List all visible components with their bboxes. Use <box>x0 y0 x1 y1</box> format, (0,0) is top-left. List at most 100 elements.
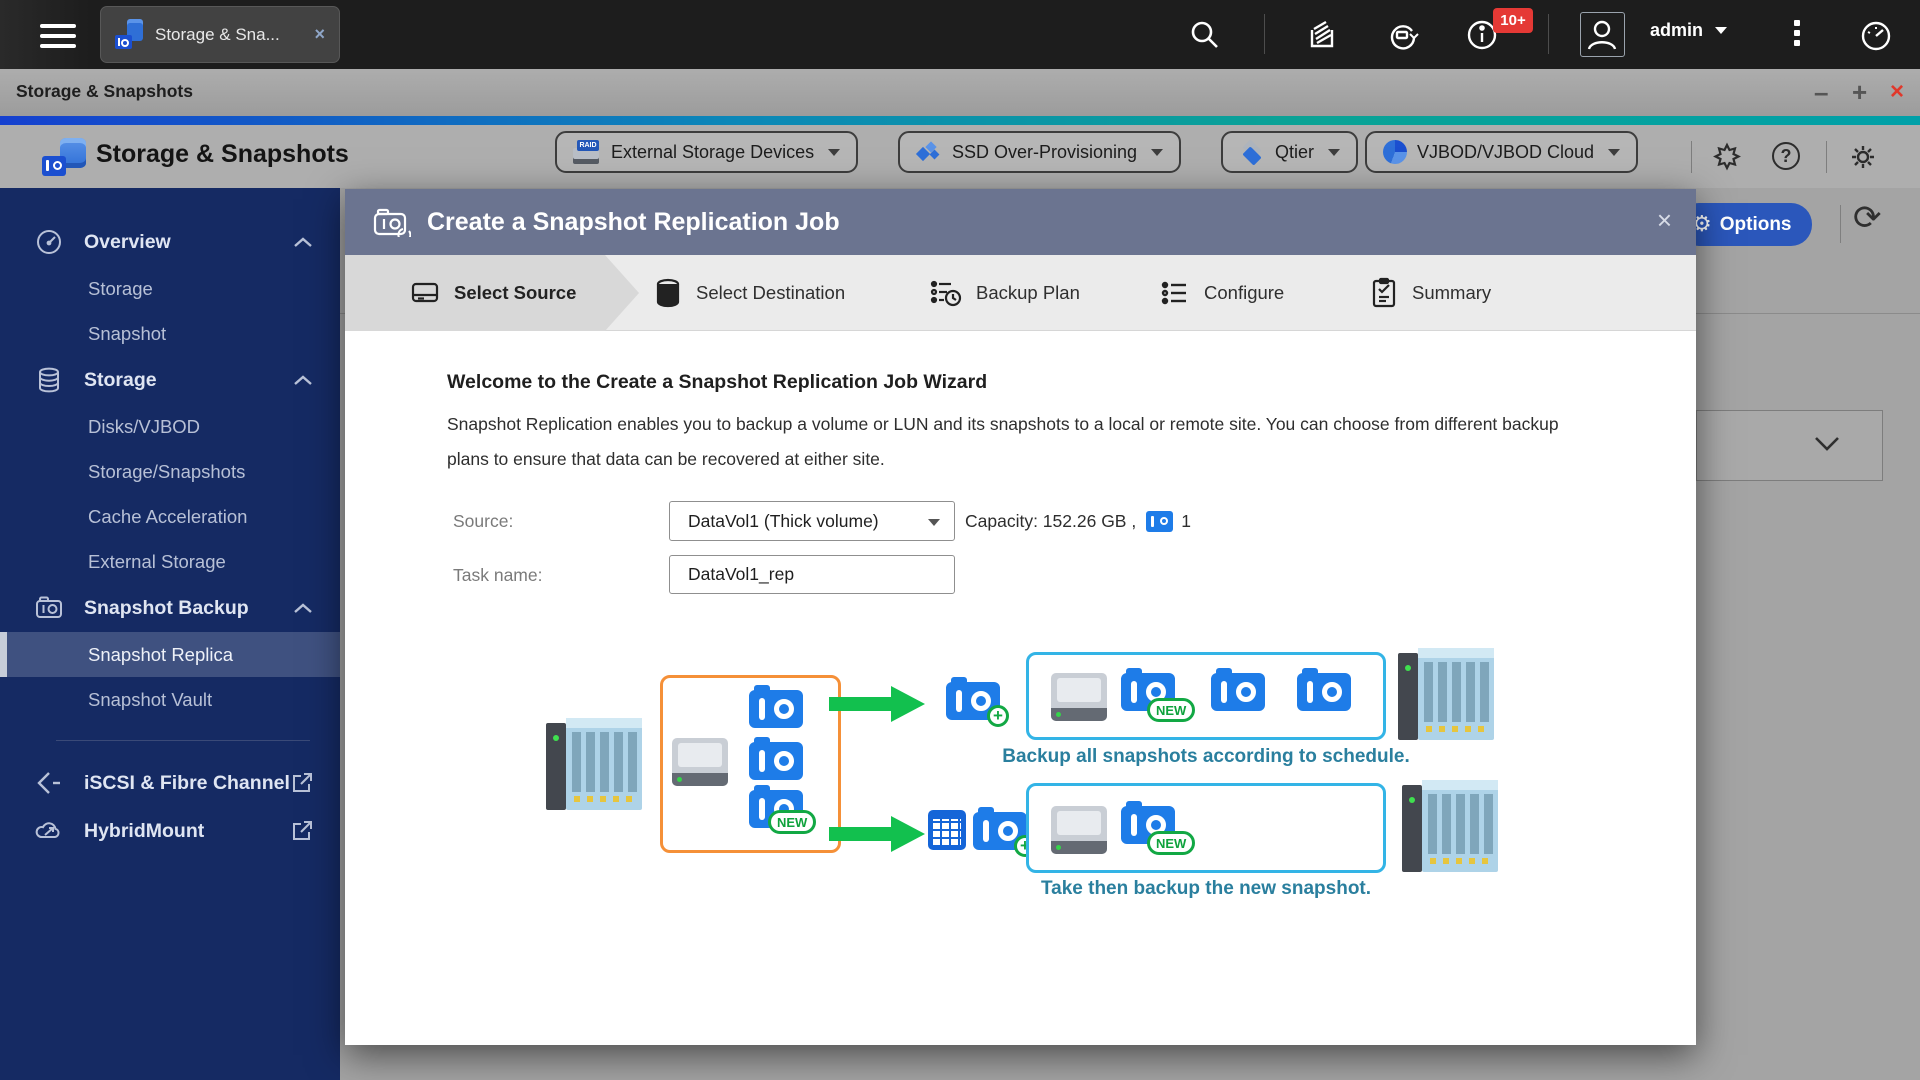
chevron-up-icon[interactable] <box>292 373 314 387</box>
nav-button-label: Qtier <box>1275 141 1315 162</box>
task-name-input[interactable] <box>669 555 955 594</box>
wizard-steps-bar: Select Source Select Destination Backup … <box>345 255 1696 331</box>
refresh-icon[interactable]: ⟳ <box>1853 198 1882 238</box>
snapshot-replication-icon <box>373 207 411 237</box>
step-label: Backup Plan <box>976 282 1080 303</box>
step-select-destination[interactable]: Select Destination <box>653 255 845 331</box>
page-title: Storage & Snapshots <box>96 140 349 168</box>
drive-icon <box>409 277 441 309</box>
sidebar-item-external-storage[interactable]: External Storage <box>0 539 340 584</box>
user-avatar[interactable] <box>1580 12 1625 57</box>
window-close-button[interactable]: × <box>1890 75 1904 109</box>
qtier-icon <box>1239 139 1265 166</box>
dialog-content: Welcome to the Create a Snapshot Replica… <box>345 331 1696 1045</box>
snapshot-count-icon <box>1146 511 1174 532</box>
chevron-down-icon <box>1608 148 1621 156</box>
sidebar-item-storage-overview[interactable]: Storage <box>0 266 340 311</box>
chevron-up-icon[interactable] <box>292 235 314 249</box>
chevron-down-icon <box>1151 148 1164 156</box>
sync-status-icon[interactable] <box>1385 18 1419 52</box>
snapshot-add-icon <box>973 807 1036 857</box>
main-menu-icon[interactable] <box>40 18 76 50</box>
new-snapshot-caption: Take then backup the new snapshot. <box>1040 878 1372 899</box>
more-options-icon[interactable] <box>1792 16 1802 50</box>
qtier-button[interactable]: Qtier <box>1221 131 1359 173</box>
app-tab-label: Storage & Sna... <box>155 24 280 44</box>
tab-close-icon[interactable]: × <box>314 24 325 45</box>
plan-clock-icon <box>929 277 963 309</box>
admin-menu[interactable]: admin <box>1650 20 1728 41</box>
sidebar-item-snapshot-replica[interactable]: Snapshot Replica <box>0 632 340 677</box>
sidebar-section-overview[interactable]: Overview <box>0 218 340 266</box>
section-title: Snapshot Backup <box>84 596 249 619</box>
task-name-label: Task name: <box>453 565 543 585</box>
storage-snapshots-app-icon <box>115 21 143 49</box>
admin-label: admin <box>1650 20 1704 40</box>
sidebar-divider <box>56 740 310 741</box>
window-minimize-button[interactable]: – <box>1814 75 1828 109</box>
snapshot-icon <box>1211 668 1265 711</box>
ssd-icon <box>915 141 942 163</box>
app-tab[interactable]: Storage & Sna... × <box>100 6 340 63</box>
disk-icon <box>1051 806 1107 854</box>
resource-monitor-icon[interactable] <box>1858 18 1892 52</box>
sidebar-item-disks-vjbod[interactable]: Disks/VJBOD <box>0 404 340 449</box>
disk-icon <box>672 738 728 786</box>
storage-snapshots-logo <box>42 136 88 178</box>
ssd-over-provisioning-button[interactable]: SSD Over-Provisioning <box>898 131 1182 173</box>
collapsed-volume-panel[interactable] <box>1696 410 1883 481</box>
external-storage-devices-button[interactable]: RAID External Storage Devices <box>555 131 859 173</box>
options-button[interactable]: ⚙ Options <box>1678 203 1812 246</box>
snapshot-count: 1 <box>1181 511 1191 531</box>
new-badge: NEW <box>1147 831 1196 855</box>
sidebar-item-snapshot-overview[interactable]: Snapshot <box>0 311 340 356</box>
dialog-close-icon[interactable]: × <box>1657 205 1672 236</box>
chevron-down-icon <box>928 519 940 526</box>
global-settings-gear-icon[interactable] <box>1848 142 1878 177</box>
external-link-icon <box>290 819 314 843</box>
header-divider <box>1691 141 1692 173</box>
window-title-bar: Storage & Snapshots – + × <box>0 69 1920 116</box>
external-link-icon <box>290 771 314 795</box>
chevron-down-icon <box>1328 148 1341 156</box>
step-configure[interactable]: Configure <box>1159 255 1284 331</box>
step-summary[interactable]: Summary <box>1369 255 1491 331</box>
gauge-icon <box>34 227 66 257</box>
nav-button-label: External Storage Devices <box>611 141 815 162</box>
chevron-down-icon <box>1715 27 1728 34</box>
source-dropdown[interactable]: DataVol1 (Thick volume) <box>669 501 955 541</box>
step-label: Summary <box>1412 282 1492 303</box>
accent-gradient-bar <box>0 116 1920 125</box>
sidebar-link-iscsi-fibre-channel[interactable]: iSCSI & Fibre Channel <box>0 759 340 807</box>
vjbod-button[interactable]: VJBOD/VJBOD Cloud <box>1365 131 1639 173</box>
sidebar-item-storage-snapshots[interactable]: Storage/Snapshots <box>0 449 340 494</box>
sidebar: Overview Storage Snapshot Storage Disks/… <box>0 188 340 1080</box>
destination-nas-icon <box>1402 780 1498 872</box>
sidebar-section-storage[interactable]: Storage <box>0 356 340 404</box>
schedule-caption: Backup all snapshots according to schedu… <box>1002 746 1410 767</box>
search-icon[interactable] <box>1188 18 1222 52</box>
sidebar-section-snapshot-backup[interactable]: Snapshot Backup <box>0 584 340 632</box>
step-select-source[interactable]: Select Source <box>409 255 576 331</box>
disk-icon <box>1051 673 1107 721</box>
sidebar-item-cache-acceleration[interactable]: Cache Acceleration <box>0 494 340 539</box>
topbar-divider <box>1264 14 1265 54</box>
clipboard-check-icon <box>1369 277 1399 309</box>
step-backup-plan[interactable]: Backup Plan <box>929 255 1080 331</box>
window-maximize-button[interactable]: + <box>1852 75 1867 109</box>
sidebar-link-hybridmount[interactable]: HybridMount <box>0 807 340 855</box>
source-dropdown-value: DataVol1 (Thick volume) <box>688 511 879 531</box>
new-badge: NEW <box>1147 698 1196 722</box>
step-label: Select Source <box>454 282 577 303</box>
arrow-right-icon <box>829 686 925 722</box>
raid-drive-icon: RAID <box>573 140 601 164</box>
vjbod-cloud-icon <box>1383 140 1407 164</box>
sidebar-item-snapshot-vault[interactable]: Snapshot Vault <box>0 677 340 722</box>
help-icon[interactable]: ? <box>1772 142 1800 170</box>
recover-scan-icon[interactable] <box>1712 142 1742 177</box>
dialog-title-bar: Create a Snapshot Replication Job × <box>345 189 1696 255</box>
background-tasks-icon[interactable] <box>1306 18 1340 52</box>
snapshot-camera-icon <box>34 593 66 623</box>
chevron-up-icon[interactable] <box>292 601 314 615</box>
desktop-top-bar: Storage & Sna... × 10+ admin <box>0 0 1920 69</box>
